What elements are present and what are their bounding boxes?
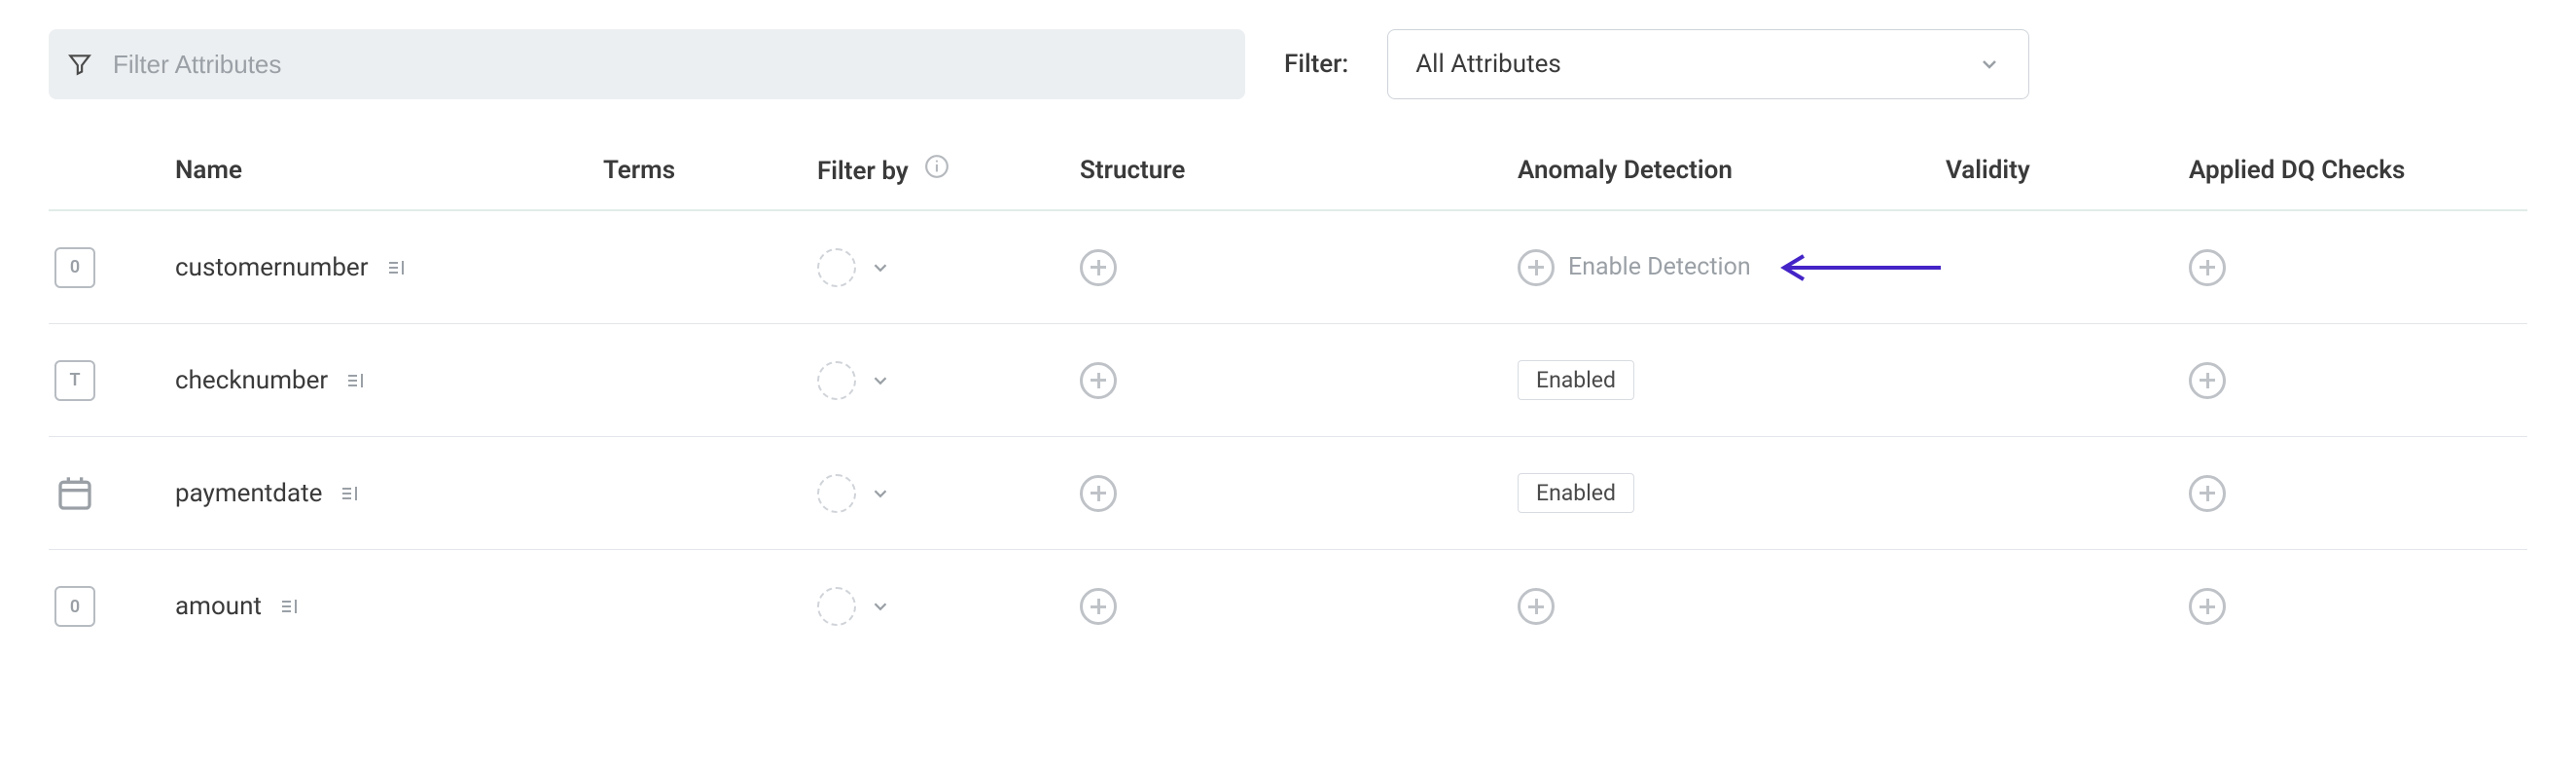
dashed-circle-icon	[817, 587, 856, 626]
add-structure-button[interactable]	[1080, 588, 1117, 625]
filter-dropdown-value: All Attributes	[1415, 50, 1561, 79]
filter-by-cell[interactable]	[817, 248, 891, 287]
add-dq-check-button[interactable]	[2189, 249, 2226, 286]
column-menu-icon[interactable]	[386, 256, 410, 279]
attribute-name[interactable]: checknumber	[175, 366, 328, 395]
chevron-down-icon	[870, 483, 891, 504]
col-name[interactable]: Name	[175, 156, 242, 185]
type-date-icon	[54, 473, 95, 514]
column-menu-icon[interactable]	[340, 482, 363, 505]
dashed-circle-icon	[817, 474, 856, 513]
col-dq-checks[interactable]: Applied DQ Checks	[2189, 156, 2405, 185]
type-number-icon: 0	[54, 586, 95, 627]
add-structure-button[interactable]	[1080, 475, 1117, 512]
filter-by-cell[interactable]	[817, 587, 891, 626]
anomaly-enabled-badge[interactable]: Enabled	[1518, 360, 1634, 400]
filter-label: Filter:	[1284, 50, 1348, 79]
col-validity[interactable]: Validity	[1946, 156, 2030, 185]
enable-detection-button[interactable]: Enable Detection	[1518, 249, 1751, 286]
chevron-down-icon	[870, 370, 891, 391]
filter-by-cell[interactable]	[817, 361, 891, 400]
column-menu-icon[interactable]	[279, 595, 303, 618]
annotation-arrow-icon	[1771, 253, 1946, 282]
add-dq-check-button[interactable]	[2189, 475, 2226, 512]
filter-dropdown[interactable]: All Attributes	[1387, 29, 2029, 99]
table-header: Name Terms Filter by Structure Anomaly D…	[49, 136, 2527, 211]
attribute-name[interactable]: customernumber	[175, 253, 369, 282]
attribute-name[interactable]: amount	[175, 592, 262, 621]
table-row: T checknumber Enabled	[49, 324, 2527, 437]
chevron-down-icon	[1978, 53, 2001, 76]
type-text-icon: T	[54, 360, 95, 401]
add-structure-button[interactable]	[1080, 249, 1117, 286]
col-filter-by[interactable]: Filter by	[817, 154, 949, 186]
chevron-down-icon	[870, 596, 891, 617]
chevron-down-icon	[870, 257, 891, 278]
anomaly-enabled-badge[interactable]: Enabled	[1518, 473, 1634, 513]
type-number-icon: 0	[54, 247, 95, 288]
dashed-circle-icon	[817, 248, 856, 287]
table-row: 0 amount	[49, 550, 2527, 663]
attribute-name[interactable]: paymentdate	[175, 479, 322, 508]
col-anomaly[interactable]: Anomaly Detection	[1518, 156, 1733, 185]
add-dq-check-button[interactable]	[2189, 362, 2226, 399]
table-row: paymentdate Enabled	[49, 437, 2527, 550]
info-icon[interactable]	[924, 154, 949, 179]
add-structure-button[interactable]	[1080, 362, 1117, 399]
add-anomaly-button[interactable]	[1518, 588, 1555, 625]
add-dq-check-button[interactable]	[2189, 588, 2226, 625]
plus-circle-icon	[1518, 249, 1555, 286]
filter-bar: Filter: All Attributes	[49, 29, 2527, 99]
enable-detection-label: Enable Detection	[1568, 253, 1751, 281]
col-terms[interactable]: Terms	[603, 156, 675, 185]
column-menu-icon[interactable]	[345, 369, 369, 392]
col-structure[interactable]: Structure	[1080, 156, 1185, 185]
table-row: 0 customernumber Enable Detection	[49, 211, 2527, 324]
dashed-circle-icon	[817, 361, 856, 400]
funnel-icon	[66, 51, 93, 78]
filter-attributes-input-wrap[interactable]	[49, 29, 1245, 99]
filter-attributes-input[interactable]	[113, 50, 1228, 80]
filter-by-cell[interactable]	[817, 474, 891, 513]
